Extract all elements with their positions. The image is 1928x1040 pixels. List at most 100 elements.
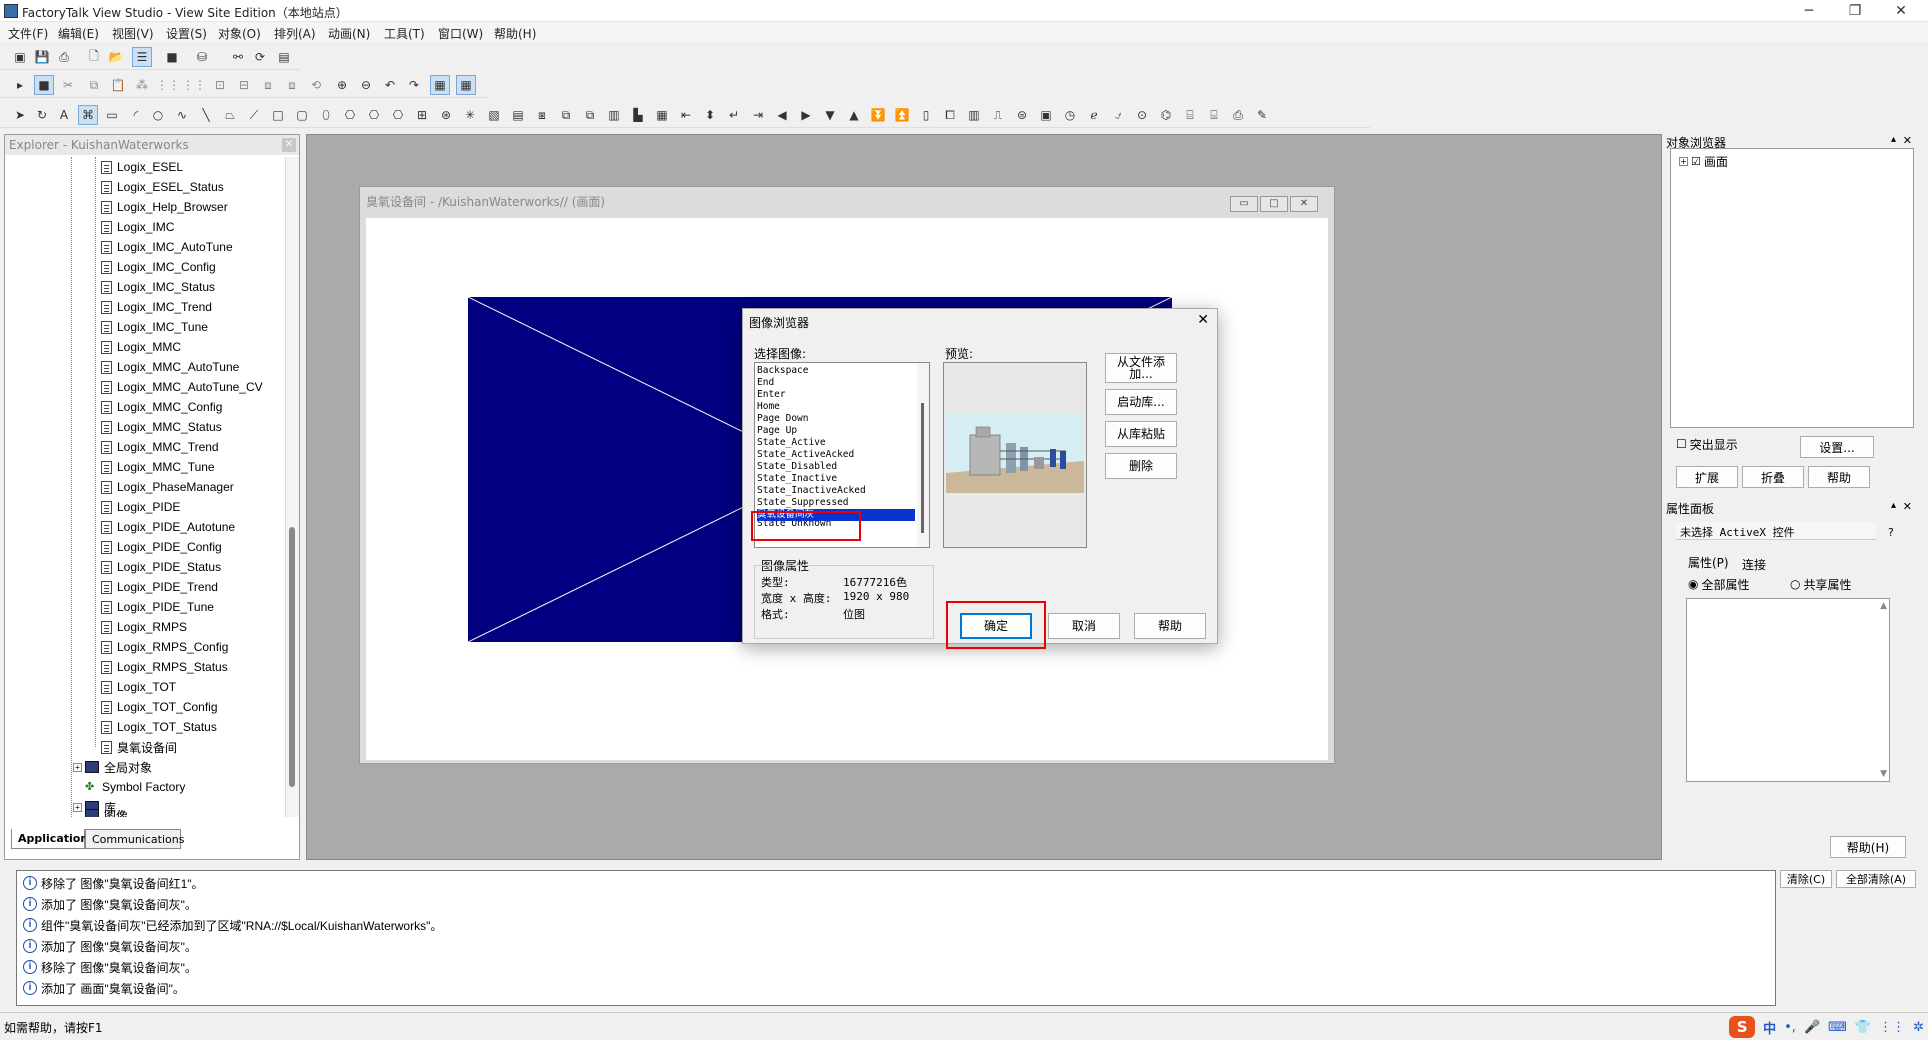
menu-tools[interactable]: 工具(T) xyxy=(384,25,425,42)
polyline-tool-icon[interactable]: ⟋ xyxy=(244,105,264,125)
arrow-down-icon[interactable]: ⬍ xyxy=(700,105,720,125)
display-maximize-icon[interactable]: □ xyxy=(1260,196,1288,212)
tree-item[interactable]: Logix_MMC xyxy=(101,337,181,357)
list-item[interactable]: State_InactiveAcked xyxy=(757,485,866,497)
property-icon[interactable]: ✎ xyxy=(1252,105,1272,125)
punctuation-icon[interactable]: •, xyxy=(1784,1020,1796,1035)
paste-icon[interactable]: 📋 xyxy=(108,75,128,95)
line-tool-icon[interactable]: ╲ xyxy=(196,105,216,125)
minimize-button[interactable]: ─ xyxy=(1786,0,1832,22)
tree-item-images[interactable]: 图像 xyxy=(85,809,128,817)
grid-icon[interactable]: ▦ xyxy=(430,75,450,95)
refresh-icon[interactable]: ⟳ xyxy=(250,47,270,67)
maintained-icon[interactable]: ⎔ xyxy=(388,105,408,125)
menu-file[interactable]: 文件(F) xyxy=(8,25,48,42)
property-list[interactable]: ▲ ▼ xyxy=(1686,598,1890,782)
activex-icon[interactable]: ⌬ xyxy=(1156,105,1176,125)
menu-view[interactable]: 视图(V) xyxy=(112,25,154,42)
symbol-icon[interactable]: ⧆ xyxy=(532,105,552,125)
menu-object[interactable]: 对象(O) xyxy=(218,25,261,42)
tree-item[interactable]: Logix_MMC_AutoTune xyxy=(101,357,239,377)
menu-window[interactable]: 窗口(W) xyxy=(438,25,483,42)
open-folder-icon[interactable]: 📂 xyxy=(106,47,126,67)
list-item[interactable]: End xyxy=(757,377,774,389)
tree-item[interactable]: 臭氧设备间 xyxy=(101,737,177,757)
add-from-file-button[interactable]: 从文件添加... xyxy=(1105,353,1177,383)
momentary-icon[interactable]: ⎔ xyxy=(364,105,384,125)
tree-item[interactable]: Logix_IMC_Trend xyxy=(101,297,212,317)
settings-button[interactable]: 设置... xyxy=(1800,436,1874,458)
window-icon[interactable]: ▤ xyxy=(274,47,294,67)
tree-item[interactable]: Logix_RMPS_Status xyxy=(101,657,228,677)
tag-icon[interactable]: ⌸ xyxy=(1180,105,1200,125)
tree-item-symbol-factory[interactable]: ✤ Symbol Factory xyxy=(85,777,185,797)
dialog-close-icon[interactable]: ✕ xyxy=(1197,312,1209,328)
all-properties-radio[interactable]: ◉ 全部属性 xyxy=(1688,574,1750,594)
ack-icon[interactable]: ⧠ xyxy=(940,105,960,125)
list-item[interactable]: State_Inactive xyxy=(757,473,837,485)
shared-properties-radio[interactable]: ○ 共享属性 xyxy=(1790,574,1852,594)
restore-button[interactable]: ❐ xyxy=(1832,0,1878,22)
display-close-icon[interactable]: ✕ xyxy=(1290,196,1318,212)
checkbox-icon[interactable]: ☑ xyxy=(1691,155,1701,168)
string-display-icon[interactable]: ▤ xyxy=(508,105,528,125)
control-selector[interactable]: 未选择 ActiveX 控件 xyxy=(1676,522,1876,540)
wedge-tool-icon[interactable]: ⬯ xyxy=(316,105,336,125)
tree-item[interactable]: Logix_RMPS xyxy=(101,617,187,637)
ime-settings-icon[interactable]: ✲ xyxy=(1913,1020,1924,1035)
enter-key-icon[interactable]: ↵ xyxy=(724,105,744,125)
collapse-button[interactable]: 折叠 xyxy=(1742,466,1804,488)
rotate-icon[interactable]: ⟲ xyxy=(306,75,326,95)
explorer-close-icon[interactable]: ✕ xyxy=(282,138,296,152)
text-tool-icon[interactable]: A xyxy=(54,105,74,125)
trend-icon[interactable]: ⎍ xyxy=(988,105,1008,125)
tag-list-icon[interactable]: ⌺ xyxy=(1204,105,1224,125)
tree-item[interactable]: Logix_Help_Browser xyxy=(101,197,228,217)
database-icon[interactable]: ⛁ xyxy=(192,47,212,67)
undo-icon[interactable]: ↶ xyxy=(380,75,400,95)
multistate-icon[interactable]: ⊞ xyxy=(412,105,432,125)
group-icon[interactable]: ⊡ xyxy=(210,75,230,95)
tree-item[interactable]: Logix_TOT xyxy=(101,677,176,697)
radio-icon[interactable]: ○ xyxy=(1790,577,1800,591)
arrow-left-first-icon[interactable]: ⇤ xyxy=(676,105,696,125)
ime-language-indicator[interactable]: 中 xyxy=(1763,1018,1776,1037)
tree-item[interactable]: Logix_PIDE_Config xyxy=(101,537,222,557)
cut-icon[interactable]: ✂ xyxy=(58,75,78,95)
menu-edit[interactable]: 编辑(E) xyxy=(58,25,99,42)
pin-icon[interactable]: ▴ xyxy=(1891,134,1896,145)
tree-folder-global-objects[interactable]: + 全局对象 xyxy=(73,757,152,777)
numeric-display-icon[interactable]: ▧ xyxy=(484,105,504,125)
explorer-toggle-icon[interactable]: ☰ xyxy=(132,47,152,67)
list-item[interactable]: Page Down xyxy=(757,413,808,425)
gauge-icon[interactable]: ✳ xyxy=(460,105,480,125)
sogou-ime-icon[interactable]: S xyxy=(1729,1016,1756,1038)
list-indicator-icon[interactable]: ⧉ xyxy=(556,105,576,125)
panel-close-icon[interactable]: ✕ xyxy=(1903,500,1912,513)
panel-icon[interactable]: ▦ xyxy=(652,105,672,125)
run-icon[interactable]: ▸ xyxy=(10,75,30,95)
list-scrollbar[interactable] xyxy=(917,363,929,547)
zoom-out-icon[interactable]: ⊖ xyxy=(356,75,376,95)
display-minimize-icon[interactable]: ▭ xyxy=(1230,196,1258,212)
clear-all-button[interactable]: 全部清除(A) xyxy=(1836,870,1916,888)
pin-icon[interactable]: ▴ xyxy=(1891,500,1896,511)
dialog-help-button[interactable]: 帮助 xyxy=(1134,613,1206,639)
tab-properties[interactable]: 属性(P) xyxy=(1688,554,1729,571)
tree-item[interactable]: Logix_PhaseManager xyxy=(101,477,234,497)
scroll-up-icon[interactable]: ▲ xyxy=(1880,601,1887,611)
tree-item[interactable]: Logix_PIDE xyxy=(101,497,180,517)
keyboard-icon[interactable]: ⌨ xyxy=(1828,1020,1847,1035)
copy-icon[interactable]: ⧉ xyxy=(84,75,104,95)
new-icon[interactable]: 🗋 xyxy=(84,47,104,67)
tree-item[interactable]: Logix_IMC_Tune xyxy=(101,317,208,337)
binoculars-icon[interactable]: ⚯ xyxy=(228,47,248,67)
recipe-icon[interactable]: ⊜ xyxy=(1012,105,1032,125)
align-icon[interactable]: ⋮⋮ xyxy=(156,75,180,95)
highlight-checkbox[interactable]: ☐ 突出显示 xyxy=(1676,434,1738,454)
chart-icon[interactable]: ⍻ xyxy=(1108,105,1128,125)
cancel-button[interactable]: 取消 xyxy=(1048,613,1120,639)
paste-from-library-button[interactable]: 从库粘贴 xyxy=(1105,421,1177,447)
redo-icon[interactable]: ↷ xyxy=(404,75,424,95)
tree-item[interactable]: Logix_PIDE_Tune xyxy=(101,597,214,617)
